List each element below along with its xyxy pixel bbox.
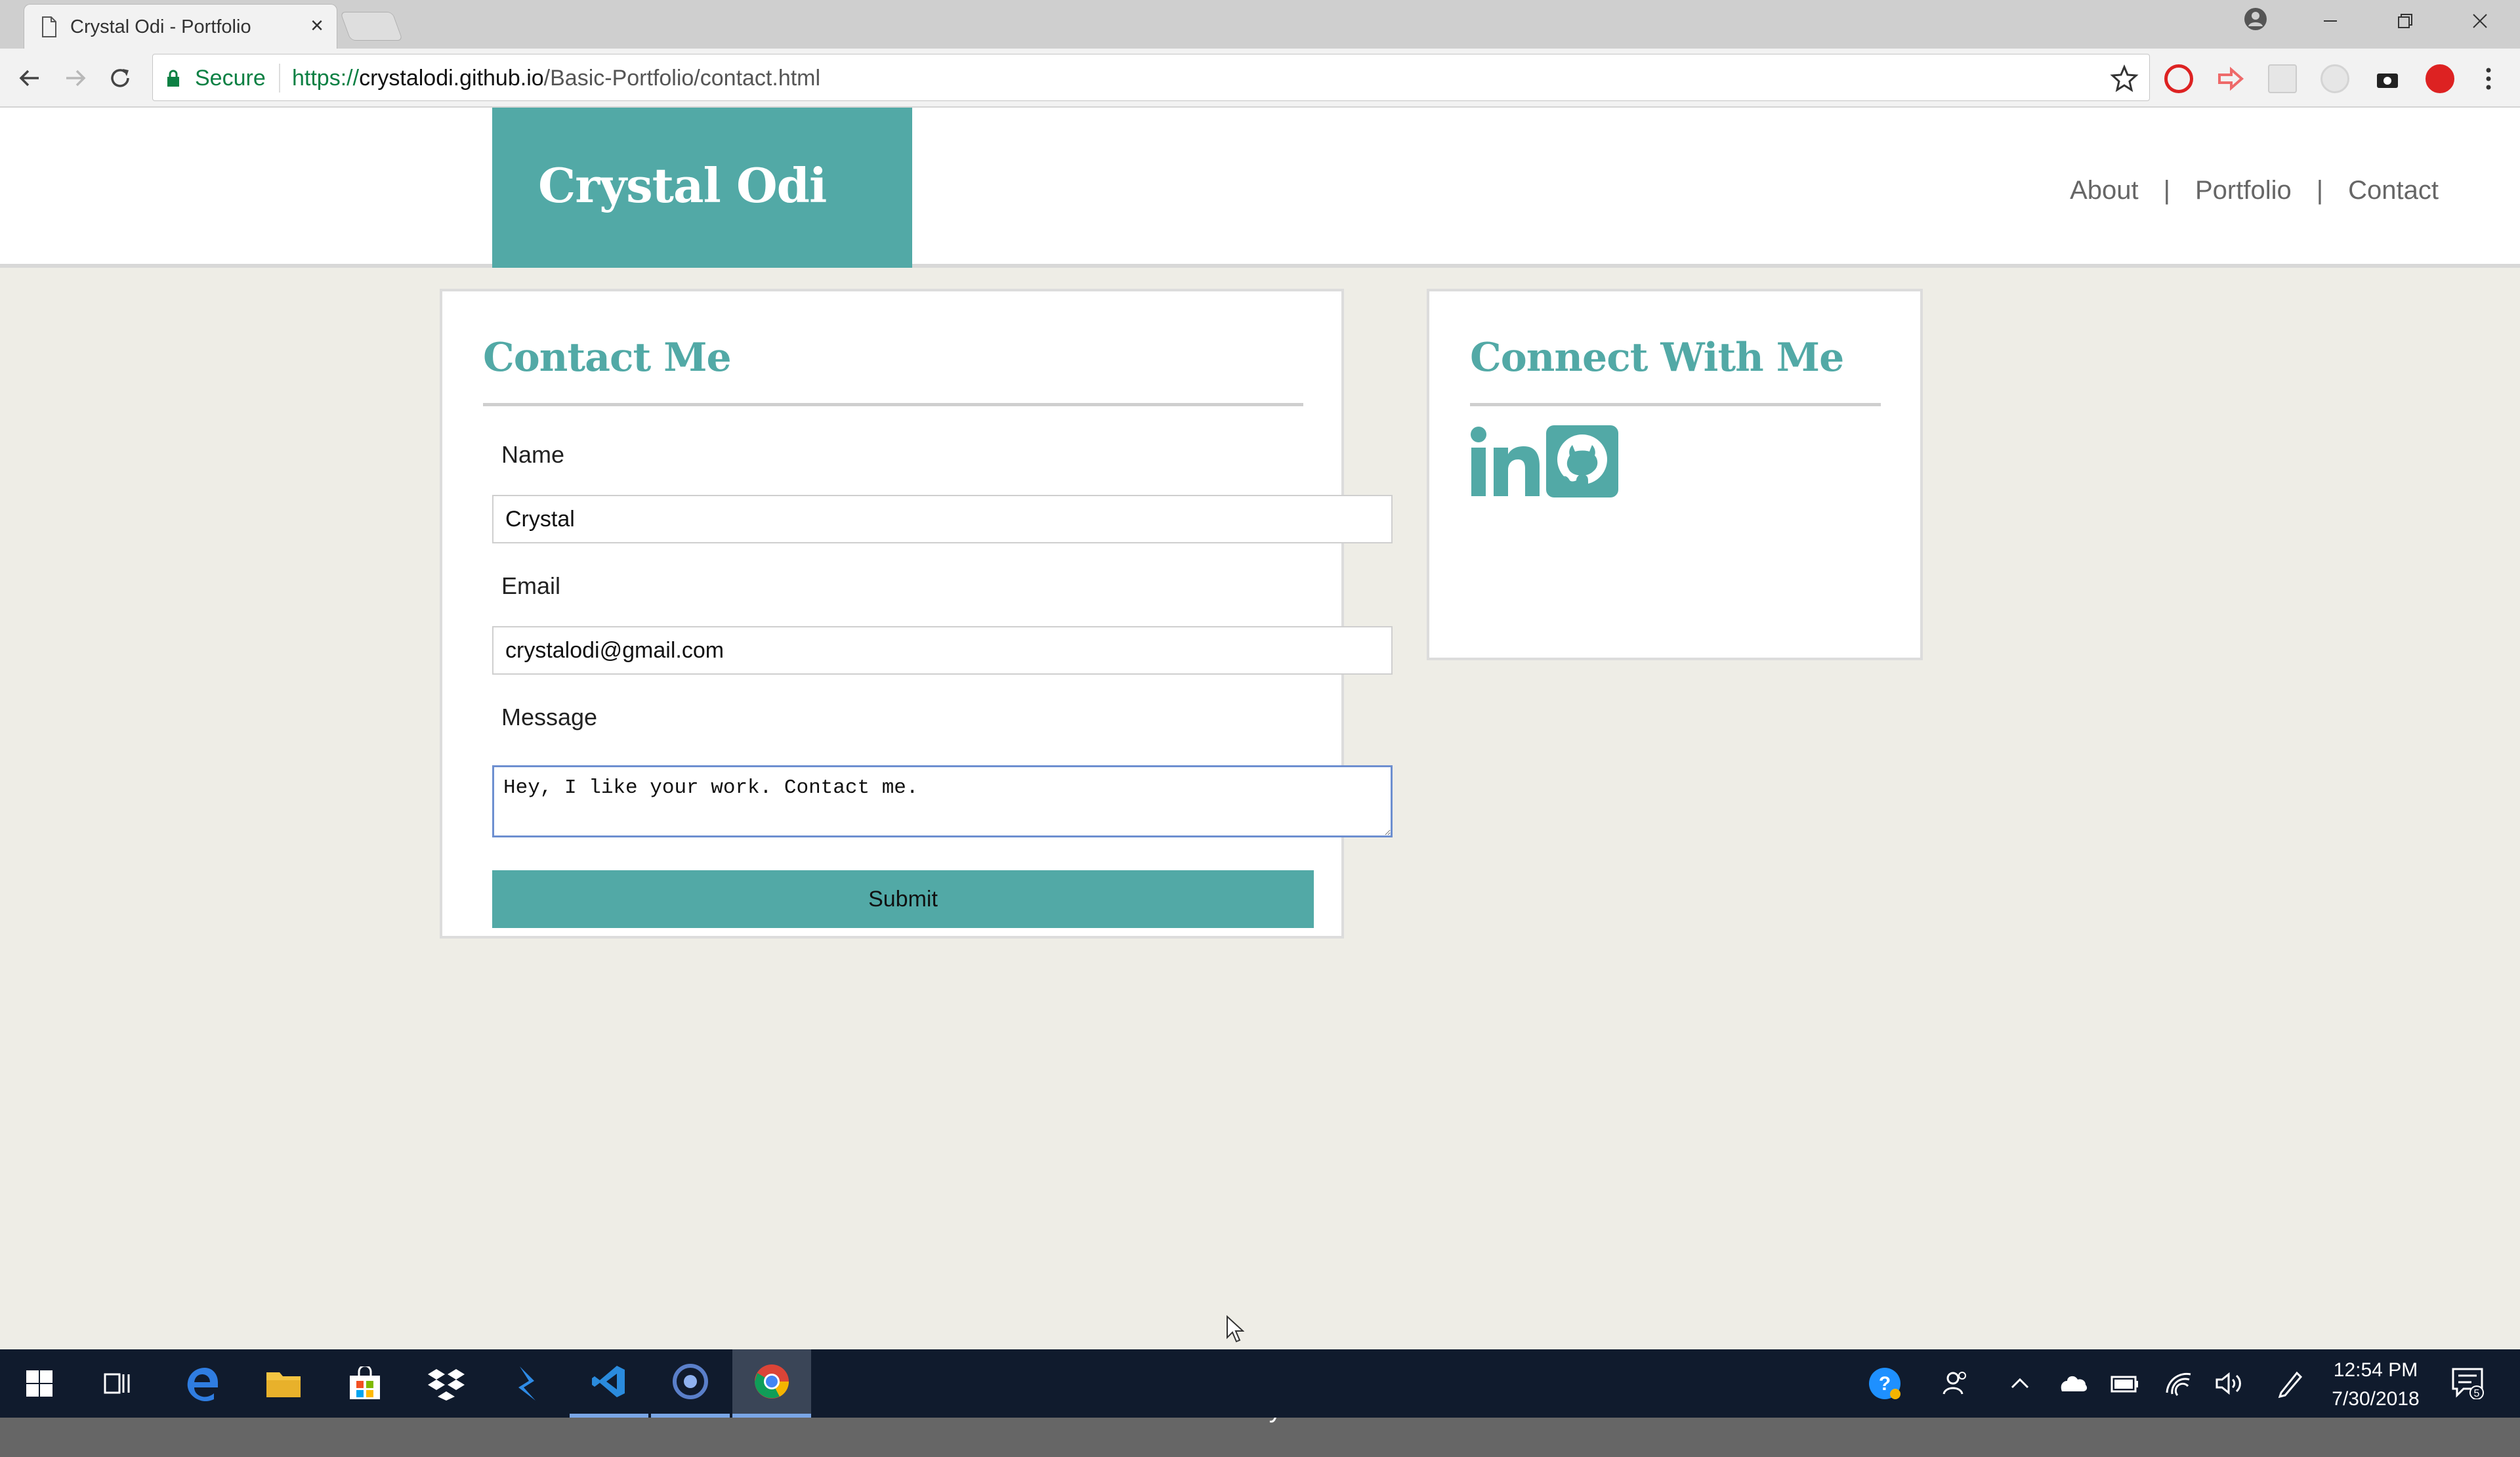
onedrive-icon[interactable]	[2055, 1366, 2090, 1401]
forward-button[interactable]	[59, 62, 92, 95]
windows-taskbar: ? 12:54 PM 7/30/2018 5	[0, 1349, 2520, 1418]
nav-contact[interactable]: Contact	[2348, 176, 2439, 205]
new-tab-button[interactable]	[339, 12, 404, 41]
page-icon	[42, 16, 56, 37]
site-header: Crystal Odi About | Portfolio | Contact	[0, 108, 2520, 268]
contact-card: Contact Me Name Email Message Hey, I lik…	[440, 289, 1393, 939]
vscode-icon	[592, 1366, 625, 1397]
task-view-button[interactable]	[79, 1349, 158, 1418]
extension-opera-icon[interactable]	[2164, 64, 2193, 93]
url-host: crystalodi.github.io	[359, 66, 544, 91]
notification-icon: 5	[2452, 1368, 2484, 1399]
chrome-icon	[755, 1364, 789, 1399]
taskbar-chrome[interactable]	[732, 1349, 811, 1418]
page-content: Crystal Odi About | Portfolio | Contact …	[0, 108, 2520, 1457]
reload-button[interactable]	[104, 62, 136, 95]
browser-toolbar: Secure https://crystalodi.github.io/Basi…	[0, 49, 2520, 108]
windows-logo-icon	[26, 1370, 52, 1397]
message-label: Message	[501, 704, 598, 730]
connect-card: Connect With Me	[1427, 289, 1923, 660]
reload-icon	[111, 69, 129, 87]
contact-title: Contact Me	[483, 335, 732, 381]
notification-count: 5	[2474, 1388, 2480, 1399]
nav-separator: |	[2163, 176, 2170, 205]
back-button[interactable]	[13, 62, 46, 95]
site-nav: About | Portfolio | Contact	[2070, 176, 2439, 205]
title-underline	[1470, 403, 1881, 406]
taskbar-store[interactable]	[326, 1349, 404, 1418]
browser-tab[interactable]: Crystal Odi - Portfolio ×	[24, 4, 337, 49]
taskbar-app-swirl[interactable]	[651, 1349, 730, 1418]
bookmark-star-icon[interactable]	[2110, 64, 2139, 93]
linkedin-icon[interactable]	[1470, 425, 1541, 497]
nav-about[interactable]: About	[2070, 176, 2139, 205]
email-label: Email	[501, 572, 561, 599]
url-text[interactable]: https://crystalodi.github.io/Basic-Portf…	[292, 66, 820, 91]
edge-icon	[187, 1368, 218, 1402]
logo-box[interactable]: Crystal Odi	[492, 108, 912, 268]
clock-date: 7/30/2018	[2332, 1388, 2420, 1410]
extension-red-icon[interactable]	[2426, 64, 2454, 93]
address-divider	[279, 64, 280, 93]
action-center-button[interactable]: 5	[2450, 1365, 2485, 1399]
taskbar-vscode[interactable]	[570, 1349, 648, 1418]
clock-time: 12:54 PM	[2333, 1359, 2418, 1381]
svg-text:?: ?	[1879, 1373, 1891, 1395]
store-icon	[350, 1366, 380, 1399]
profile-icon[interactable]	[2243, 7, 2268, 32]
forward-arrow-icon	[66, 70, 86, 87]
github-icon[interactable]	[1546, 425, 1618, 497]
restore-icon	[2398, 14, 2412, 28]
tab-title: Crystal Odi - Portfolio	[70, 16, 251, 37]
help-icon[interactable]: ?	[1868, 1366, 1902, 1401]
email-input[interactable]	[492, 626, 1393, 675]
site-logo: Crystal Odi	[538, 158, 827, 213]
social-links	[1470, 425, 1618, 497]
browser-tab-strip: Crystal Odi - Portfolio ×	[0, 0, 2520, 49]
taskbar-edge[interactable]	[163, 1349, 242, 1418]
pen-icon[interactable]	[2273, 1366, 2307, 1401]
extension-grid-icon[interactable]	[2268, 64, 2297, 93]
minimize-icon	[2324, 20, 2337, 22]
people-icon[interactable]	[1939, 1366, 1973, 1401]
taskbar-file-explorer[interactable]	[244, 1349, 323, 1418]
task-view-icon	[104, 1373, 130, 1394]
taskbar-dropbox[interactable]	[407, 1349, 486, 1418]
title-underline	[483, 403, 1303, 406]
lock-icon	[167, 70, 179, 87]
menu-kebab-icon[interactable]	[2474, 64, 2503, 93]
volume-icon[interactable]	[2212, 1366, 2246, 1401]
battery-icon[interactable]	[2108, 1366, 2142, 1401]
chevron-up-icon[interactable]	[2003, 1366, 2037, 1401]
name-input[interactable]	[492, 495, 1393, 543]
extension-circle-icon[interactable]	[2320, 64, 2349, 93]
close-window-button[interactable]	[2444, 0, 2516, 42]
lightning-app-icon	[518, 1366, 536, 1401]
message-textarea[interactable]: Hey, I like your work. Contact me.	[492, 765, 1393, 837]
folder-icon	[266, 1372, 301, 1397]
secure-label: Secure	[195, 66, 266, 91]
connect-title: Connect With Me	[1470, 335, 1844, 381]
restore-button[interactable]	[2369, 0, 2441, 42]
minimize-button[interactable]	[2294, 0, 2366, 42]
extension-arrow-icon[interactable]	[2216, 64, 2244, 93]
system-clock[interactable]: 12:54 PM 7/30/2018	[2310, 1356, 2441, 1414]
url-scheme: https://	[292, 66, 360, 91]
mouse-cursor-icon	[1227, 1315, 1244, 1343]
nav-portfolio[interactable]: Portfolio	[2195, 176, 2292, 205]
address-bar[interactable]: Secure https://crystalodi.github.io/Basi…	[152, 54, 2150, 101]
extension-camera-icon[interactable]	[2373, 64, 2402, 93]
close-icon	[2473, 14, 2487, 28]
taskbar-dev-app[interactable]	[488, 1349, 567, 1418]
name-label: Name	[501, 441, 565, 468]
dropbox-icon	[428, 1369, 465, 1401]
wifi-icon[interactable]	[2162, 1366, 2196, 1401]
back-arrow-icon	[19, 70, 39, 87]
start-button[interactable]	[0, 1349, 79, 1418]
swirl-app-icon	[673, 1364, 708, 1399]
tab-close-icon[interactable]: ×	[310, 12, 324, 39]
submit-button[interactable]: Submit	[492, 870, 1314, 928]
nav-separator: |	[2316, 176, 2324, 205]
url-path: /Basic-Portfolio/contact.html	[543, 66, 821, 91]
